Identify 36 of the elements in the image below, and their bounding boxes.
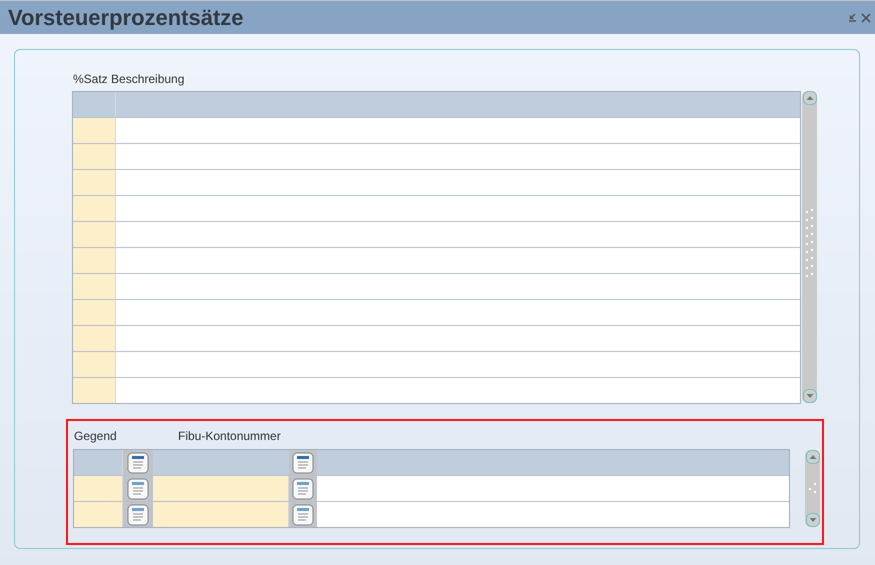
form-icon[interactable] [292,504,314,526]
row-header-cell[interactable] [73,170,116,196]
row-header-cell[interactable] [73,300,116,326]
scroll-down-icon[interactable] [802,389,816,403]
form-icon[interactable] [292,478,314,500]
form-icon[interactable] [127,504,149,526]
row-header-cell [74,450,123,476]
column-caption: %Satz Beschreibung [73,72,186,88]
row-header-cell[interactable] [73,378,116,403]
form-icon[interactable] [292,452,314,474]
column-label: Gegend [74,429,117,443]
row-header-cell[interactable] [73,118,116,144]
table-cell[interactable] [74,476,123,502]
form-icon[interactable] [127,452,149,474]
table-cell[interactable] [153,502,289,527]
row-header-cell[interactable] [73,222,116,248]
grip-icon[interactable] [808,482,816,494]
scrollbar[interactable] [805,450,820,527]
row-header-cell[interactable] [73,144,116,170]
column-label: Fibu-Kontonummer [178,429,281,443]
scroll-up-icon[interactable] [806,450,820,464]
minimize-icon[interactable] [848,13,857,22]
table-cell[interactable] [153,476,289,502]
row-header-cell[interactable] [73,326,116,352]
table-cell[interactable] [74,502,123,527]
row-header-cell[interactable] [73,274,116,300]
scroll-down-icon[interactable] [806,513,820,527]
row-header-cell[interactable] [73,196,116,222]
form-icon[interactable] [127,478,149,500]
scroll-up-icon[interactable] [802,91,816,105]
window-title: Vorsteuerprozentsätze [8,4,244,30]
scrollbar[interactable] [802,91,817,403]
row-header-cell[interactable] [73,352,116,378]
close-icon[interactable] [861,12,871,22]
row-header-cell [73,92,116,118]
row-header-cell[interactable] [73,248,116,274]
